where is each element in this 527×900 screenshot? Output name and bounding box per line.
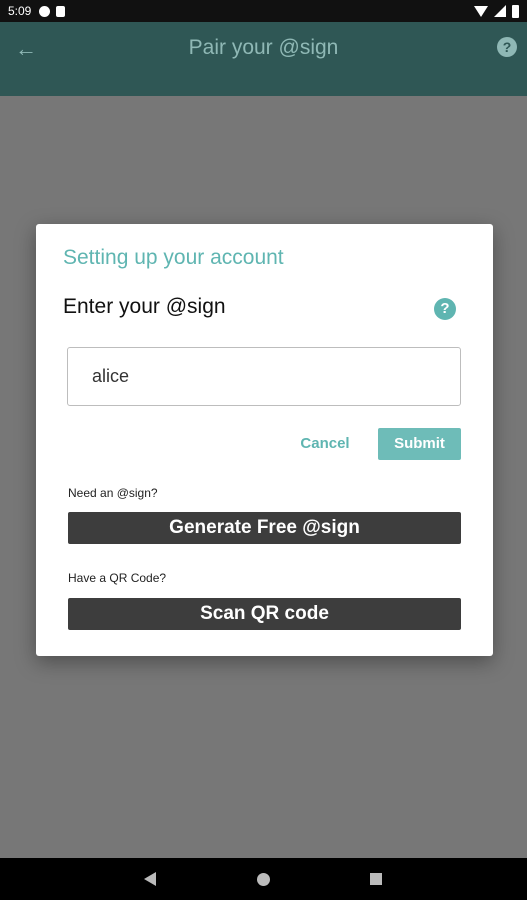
system-nav-bar [0,858,527,900]
battery-icon [512,4,519,18]
cancel-button[interactable]: Cancel [290,428,360,460]
nav-back-icon[interactable] [144,872,156,886]
generate-free-atsign-button[interactable]: Generate Free @sign [68,512,461,544]
help-circle-icon[interactable]: ? [497,37,517,57]
page-title: Pair your @sign [188,36,339,59]
qr-code-hint: Have a QR Code? [68,571,167,585]
atsign-input[interactable] [67,347,461,406]
app-bar: ← Pair your @sign ? [0,22,527,96]
notification-icon [39,5,51,17]
nav-recents-icon[interactable] [370,873,382,885]
need-atsign-hint: Need an @sign? [68,486,158,500]
screen: 5:09 ← Pair your @sign ? Setting up your… [0,0,527,900]
help-circle-icon[interactable]: ? [434,298,456,320]
dialog-subtitle: Enter your @sign [63,295,226,318]
setup-dialog: Setting up your account Enter your @sign… [36,224,493,656]
nav-home-icon[interactable] [257,873,270,886]
status-bar: 5:09 [0,0,527,22]
cell-signal-icon [494,5,506,17]
sd-card-icon [56,5,66,17]
status-time: 5:09 [8,4,32,18]
wifi-icon [474,5,488,17]
submit-button[interactable]: Submit [378,428,461,460]
status-right [474,4,519,18]
scan-qr-code-button[interactable]: Scan QR code [68,598,461,630]
dialog-title: Setting up your account [63,246,284,269]
